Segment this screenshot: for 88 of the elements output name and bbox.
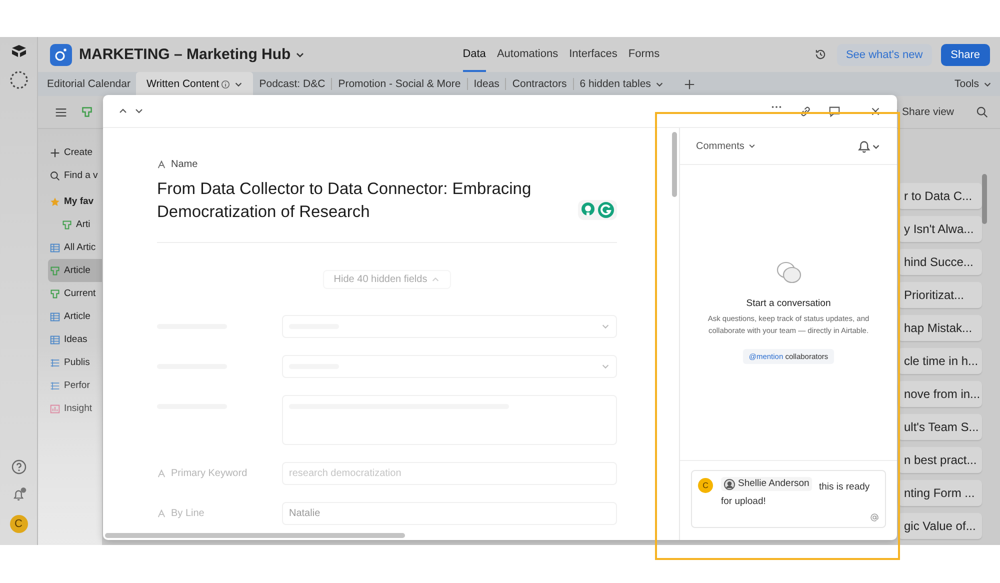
form-view-icon	[50, 266, 60, 276]
grid-view-icon	[50, 242, 60, 252]
list-view-icon	[50, 380, 60, 390]
history-icon[interactable]	[814, 48, 827, 61]
sidebar-item[interactable]: All Artic	[48, 236, 102, 259]
text-field-icon	[157, 160, 166, 169]
scrollbar-thumb[interactable]	[982, 174, 987, 224]
caret-icon[interactable]	[748, 142, 756, 150]
field-label: By Line	[171, 508, 204, 519]
comments-filter[interactable]: Comments	[696, 140, 756, 152]
table-tab[interactable]: 6 hidden tables	[574, 72, 670, 96]
base-icon[interactable]	[50, 44, 72, 66]
nav-tab[interactable]: Automations	[496, 37, 558, 72]
menu-icon[interactable]	[55, 106, 67, 118]
sidebar-item[interactable]: Article	[48, 305, 102, 328]
sidebar-item[interactable]: Current	[48, 282, 102, 305]
chat-bubbles-icon	[776, 261, 802, 285]
select-field[interactable]	[282, 315, 617, 338]
sidebar-item[interactable]: Perfor	[48, 374, 102, 397]
sidebar-item[interactable]: Publis	[48, 351, 102, 374]
empty-title: Start a conversation	[746, 298, 831, 309]
tools-menu[interactable]: Tools	[954, 78, 992, 90]
form-view-icon	[62, 220, 72, 230]
field-label: Primary Keyword	[171, 468, 248, 479]
comment-input[interactable]: C Shellie Anderson this is ready for upload!	[691, 470, 886, 528]
plus-icon	[50, 148, 60, 158]
record-name[interactable]: From Data Collector to Data Connector: Embracing Democratization of Research	[157, 178, 557, 224]
sidebar-item[interactable]: My fav	[48, 190, 102, 213]
loading-icon	[8, 70, 28, 90]
user-avatar[interactable]: C	[10, 515, 28, 533]
help-icon[interactable]	[10, 459, 26, 475]
text-field-icon	[157, 469, 166, 478]
next-icon[interactable]	[134, 106, 144, 116]
record-cell[interactable]: hap Mistak...	[898, 315, 982, 341]
grid-view-icon	[50, 312, 60, 322]
person-icon	[724, 478, 735, 490]
record-cell[interactable]: Prioritizat...	[898, 282, 982, 308]
table-tab[interactable]: Ideas	[468, 72, 506, 96]
more-icon[interactable]	[770, 105, 783, 109]
table-tab[interactable]: Promotion - Social & More	[332, 72, 467, 96]
user-avatar: C	[698, 478, 713, 493]
sidebar-item[interactable]: Article	[48, 259, 102, 282]
table-tab[interactable]: Written Content	[136, 72, 254, 96]
chart-icon	[50, 404, 60, 414]
list-view-icon	[50, 358, 60, 368]
sidebar-item[interactable]: Ideas	[48, 328, 102, 351]
scrollbar-thumb[interactable]	[105, 533, 405, 538]
logo-icon[interactable]	[10, 44, 26, 58]
bell-icon[interactable]	[857, 140, 881, 152]
record-cell[interactable]: nove from in...	[898, 381, 982, 407]
share-button[interactable]: Share	[940, 44, 990, 66]
table-tab[interactable]: Podcast: D&C	[253, 72, 332, 96]
record-cell[interactable]: y Isn't Alwa...	[898, 216, 982, 242]
comment-icon[interactable]	[828, 104, 841, 118]
form-view-icon	[81, 106, 93, 118]
record-cell[interactable]: hind Succe...	[898, 249, 982, 275]
writing-assistant-drawing[interactable]	[578, 200, 617, 220]
add-icon[interactable]	[684, 78, 695, 90]
link-icon[interactable]	[799, 104, 812, 118]
record-cell[interactable]: gic Value of...	[898, 513, 982, 539]
share-view-button[interactable]: Share view	[902, 106, 954, 118]
search-icon	[50, 170, 60, 180]
table-tab[interactable]: Editorial Calendar	[41, 72, 136, 96]
sidebar-item[interactable]: Insight	[48, 397, 102, 420]
field-label: Name	[171, 159, 198, 170]
nav-tab[interactable]: Interfaces	[569, 37, 618, 72]
sidebar-item[interactable]: Arti	[48, 213, 102, 236]
mention-tag[interactable]: Shellie Anderson	[721, 477, 812, 491]
form-view-icon	[50, 288, 60, 298]
record-cell[interactable]: cle time in h...	[898, 348, 982, 374]
at-icon[interactable]	[870, 513, 879, 522]
record-cell[interactable]: r to Data C...	[898, 183, 982, 209]
base-title[interactable]: MARKETING – Marketing Hub	[79, 46, 291, 63]
sidebar-item[interactable]: Find a v	[48, 164, 102, 187]
star-icon	[50, 196, 60, 206]
sidebar-item[interactable]: Create	[48, 141, 102, 164]
record-cell[interactable]: ult's Team S...	[898, 414, 982, 440]
record-cell[interactable]: n best pract...	[898, 447, 982, 473]
text-field-icon	[157, 509, 166, 518]
record-cell[interactable]: nting Form ...	[898, 480, 982, 506]
select-field[interactable]	[282, 355, 617, 378]
grid-view-icon	[50, 334, 60, 344]
comment-text: Shellie Anderson this is ready for upload!	[721, 477, 871, 508]
nav-tab[interactable]: Forms	[628, 37, 660, 72]
info-icon[interactable]	[221, 80, 230, 88]
scrollbar-thumb[interactable]	[672, 132, 677, 197]
table-tab[interactable]: Contractors	[506, 72, 573, 96]
search-icon[interactable]	[976, 106, 988, 118]
